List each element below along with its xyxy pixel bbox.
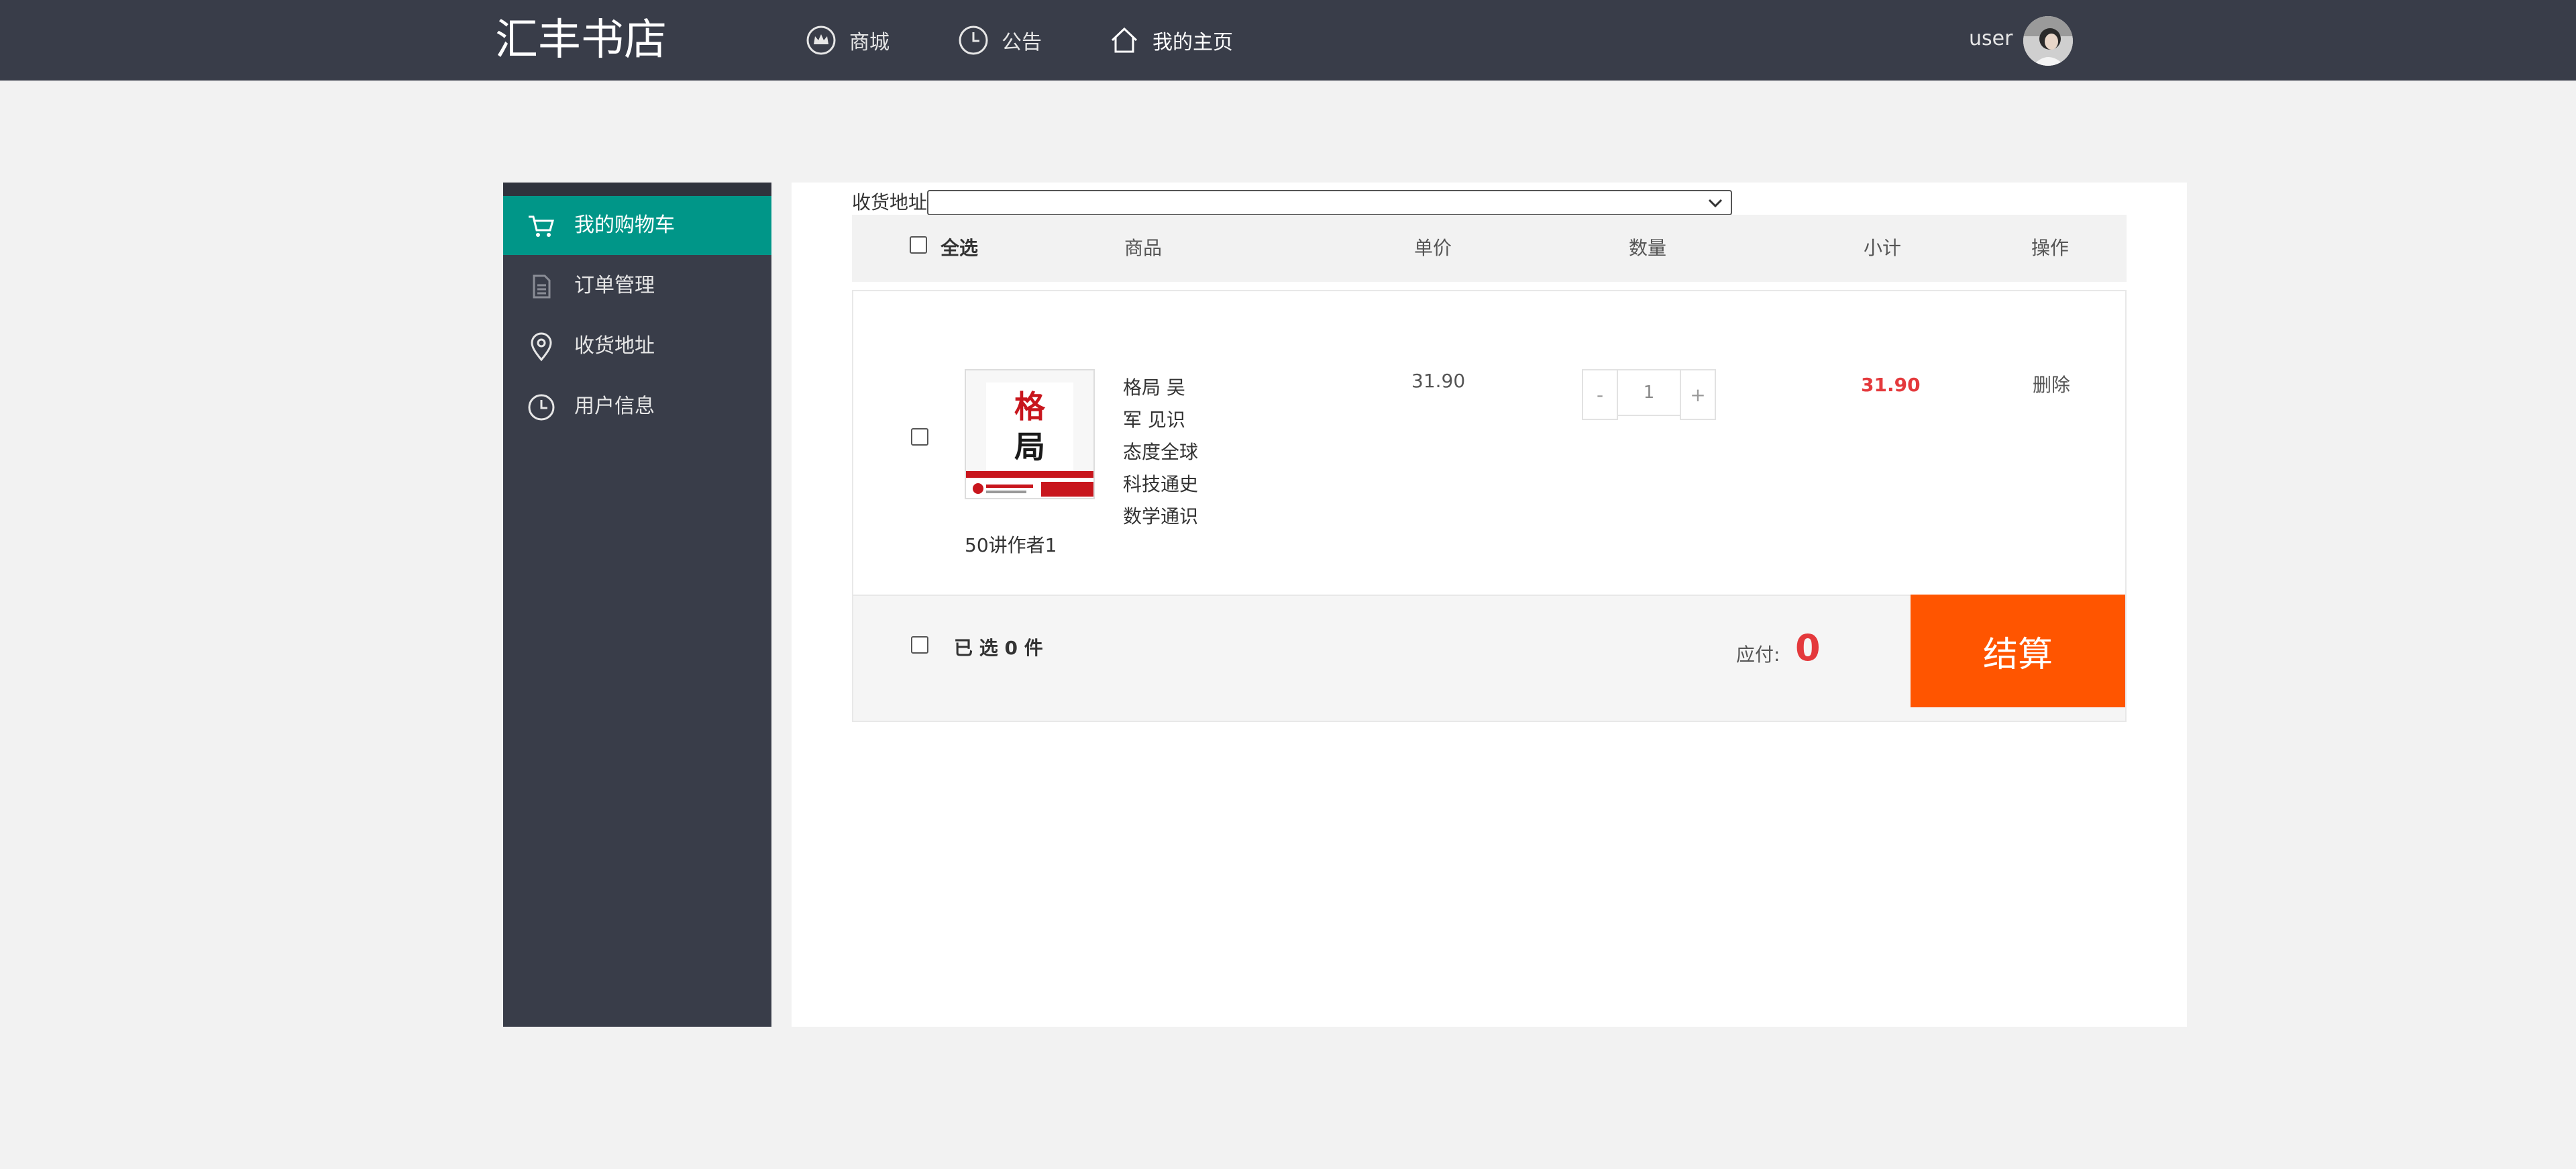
book-cover-image[interactable]: 格 局	[965, 369, 1095, 499]
sidebar-item-orders[interactable]: 订单管理	[503, 256, 771, 315]
column-unit-price: 单价	[1414, 237, 1452, 259]
avatar[interactable]	[2023, 16, 2073, 66]
payable-label: 应付:	[1736, 644, 1780, 666]
book-title-line: 态度全球	[1123, 441, 1199, 463]
location-pin-icon	[526, 332, 557, 362]
nav-home[interactable]: 我的主页	[1108, 21, 1233, 59]
quantity-input[interactable]: 1	[1618, 369, 1680, 416]
delete-item-link[interactable]: 删除	[2033, 372, 2070, 399]
unit-price: 31.90	[1411, 370, 1466, 392]
top-navbar: 汇丰书店 商城 公告 我的主页 user	[0, 0, 2576, 81]
select-all-checkbox[interactable]	[910, 236, 927, 254]
username-label[interactable]: user	[1969, 27, 2012, 51]
cart-icon	[526, 211, 557, 242]
nav-shop[interactable]: 商城	[805, 21, 890, 59]
book-author-line: 50讲作者1	[965, 534, 1057, 556]
sidebar-item-label: 订单管理	[574, 274, 655, 297]
book-title[interactable]: 格局 吴 军 见识 态度全球 科技通史 数学通识	[1123, 372, 1203, 533]
sidebar-item-cart[interactable]: 我的购物车	[503, 196, 771, 255]
column-product: 商品	[1124, 237, 1163, 259]
checkout-button[interactable]: 结算	[1911, 595, 2125, 707]
selected-count: 已 选 0 件	[954, 637, 1043, 659]
item-select-checkbox[interactable]	[911, 428, 928, 446]
sidebar-item-label: 我的购物车	[574, 213, 675, 237]
book-title-line: 格局 吴	[1123, 376, 1185, 399]
select-all-label[interactable]: 全选	[941, 235, 978, 262]
address-select[interactable]	[927, 190, 1732, 215]
clock-icon	[957, 24, 989, 56]
book-title-line: 数学通识	[1123, 505, 1199, 527]
nav-home-label: 我的主页	[1152, 31, 1233, 54]
cart-table-header	[852, 215, 2127, 282]
column-action: 操作	[2031, 237, 2070, 259]
book-cover-title-char-2: 局	[1014, 429, 1045, 465]
nav-notice[interactable]: 公告	[957, 21, 1042, 59]
book-cover-title-char-1: 格	[1014, 389, 1046, 425]
clock-icon	[526, 392, 557, 423]
sidebar-item-address[interactable]: 收货地址	[503, 317, 771, 376]
document-icon	[526, 271, 557, 302]
nav-notice-label: 公告	[1002, 31, 1042, 54]
quantity-increase-button[interactable]: +	[1680, 369, 1716, 420]
chevron-down-icon[interactable]	[1704, 192, 1727, 215]
sidebar-item-label: 用户信息	[574, 395, 655, 418]
sidebar-item-label: 收货地址	[574, 334, 655, 358]
sidebar-item-user-info[interactable]: 用户信息	[503, 377, 771, 436]
column-subtotal: 小计	[1864, 237, 1902, 259]
nav-shop-label: 商城	[849, 31, 890, 54]
site-logo-title[interactable]: 汇丰书店	[495, 15, 667, 66]
item-subtotal: 31.90	[1861, 374, 1921, 396]
footer-select-all-checkbox[interactable]	[911, 636, 928, 654]
column-quantity: 数量	[1629, 237, 1667, 259]
home-icon	[1108, 24, 1140, 56]
book-title-line: 科技通史	[1123, 473, 1199, 495]
payable-amount: 0	[1795, 627, 1821, 669]
sidebar: 我的购物车 订单管理 收货地址 用户信息	[503, 183, 771, 1027]
address-label: 收货地址	[852, 191, 928, 213]
crown-icon	[805, 24, 837, 56]
book-title-line: 军 见识	[1123, 409, 1185, 431]
quantity-decrease-button[interactable]: -	[1582, 369, 1618, 420]
